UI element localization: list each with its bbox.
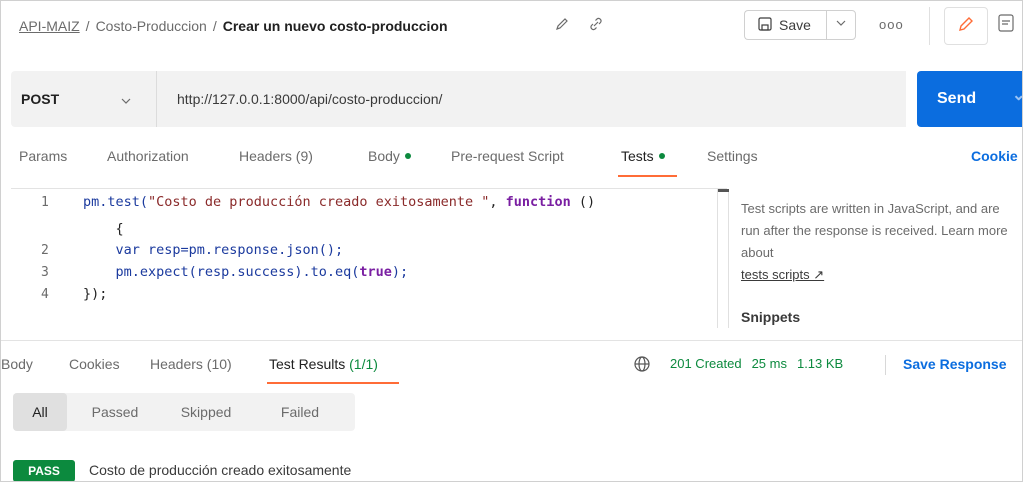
comment-icon xyxy=(997,14,1015,39)
scrollbar-thumb[interactable] xyxy=(718,189,729,192)
chevron-down-icon xyxy=(121,98,131,104)
response-tabs: Body Cookies Headers (10) Test Results (… xyxy=(1,340,1022,389)
method-label: POST xyxy=(21,91,60,107)
breadcrumb-separator: / xyxy=(85,18,90,34)
line-number: 1 xyxy=(41,195,49,210)
tests-help-panel: Test scripts are written in JavaScript, … xyxy=(741,198,1021,286)
send-dropdown-icon[interactable]: ⌄ xyxy=(1012,85,1022,105)
tab-response-headers[interactable]: Headers (10) xyxy=(150,356,232,372)
tab-response-cookies[interactable]: Cookies xyxy=(69,356,120,372)
breadcrumb-separator: / xyxy=(212,18,217,34)
divider xyxy=(929,7,930,45)
divider xyxy=(885,355,886,375)
tab-params[interactable]: Params xyxy=(19,148,67,164)
pass-badge: PASS xyxy=(13,460,75,481)
save-button[interactable]: Save xyxy=(744,10,826,40)
save-response-button[interactable]: Save Response xyxy=(903,356,1007,372)
request-url-row: POST http://127.0.0.1:8000/api/costo-pro… xyxy=(1,71,1022,127)
pencil-icon xyxy=(956,14,976,39)
breadcrumb: API-MAIZ / Costo-Produccion / Crear un nuevo… xyxy=(19,18,448,34)
tab-headers[interactable]: Headers (9) xyxy=(239,148,313,164)
tab-prerequest-script[interactable]: Pre-request Script xyxy=(451,148,564,164)
line-number: 2 xyxy=(41,243,49,258)
more-options-button[interactable]: ooo xyxy=(879,17,904,32)
save-label: Save xyxy=(779,17,811,33)
code-line: var resp=pm.response.json(); xyxy=(83,242,344,258)
save-dropdown-button[interactable] xyxy=(826,10,856,40)
code-line: { xyxy=(83,221,124,237)
response-status: 201 Created 25 ms 1.13 KB xyxy=(670,356,843,371)
send-button[interactable]: Send ⌄ xyxy=(917,71,1022,127)
modified-dot xyxy=(404,153,411,159)
editor-scrollbar[interactable] xyxy=(717,189,729,328)
code-line: pm.expect(resp.success).to.eq(true); xyxy=(83,264,409,280)
link-icon[interactable] xyxy=(588,16,604,37)
test-results-count: (1/1) xyxy=(349,356,378,372)
method-select[interactable]: POST xyxy=(11,71,156,127)
code-line: pm.test("Costo de producción creado exit… xyxy=(83,194,596,210)
modified-dot xyxy=(658,153,665,159)
active-tab-indicator xyxy=(618,175,677,177)
postman-window: API-MAIZ / Costo-Produccion / Crear un nuevo… xyxy=(0,0,1023,482)
send-label: Send xyxy=(937,90,977,107)
filter-all[interactable]: All xyxy=(13,393,67,431)
globe-icon[interactable] xyxy=(633,355,651,378)
tab-tests[interactable]: Tests xyxy=(621,148,665,164)
line-number: 4 xyxy=(41,287,49,302)
comments-button[interactable] xyxy=(997,13,1015,40)
status-code[interactable]: 201 Created xyxy=(670,356,742,371)
filter-failed[interactable]: Failed xyxy=(257,393,343,431)
response-size[interactable]: 1.13 KB xyxy=(797,356,843,371)
cookies-link[interactable]: Cookie xyxy=(971,148,1018,164)
code-line: }); xyxy=(83,286,108,302)
test-script-editor[interactable]: 1 pm.test("Costo de producción creado ex… xyxy=(11,188,729,328)
tab-body[interactable]: Body xyxy=(368,148,411,164)
snippets-heading: Snippets xyxy=(741,309,801,325)
top-bar: API-MAIZ / Costo-Produccion / Crear un nuevo… xyxy=(1,1,1022,57)
tests-scripts-link[interactable]: tests scripts ↗ xyxy=(741,267,824,282)
tab-response-body[interactable]: Body xyxy=(1,356,33,372)
test-result-name: Costo de producción creado exitosamente xyxy=(89,462,352,478)
tab-tests-label: Tests xyxy=(621,148,654,164)
url-input[interactable]: http://127.0.0.1:8000/api/costo-producci… xyxy=(156,71,906,127)
tab-test-results[interactable]: Test Results (1/1) xyxy=(269,356,378,372)
filter-skipped[interactable]: Skipped xyxy=(165,393,247,431)
edit-name-icon[interactable] xyxy=(554,16,570,37)
request-tabs: Params Authorization Headers (9) Body Pr… xyxy=(1,141,1022,185)
tab-body-label: Body xyxy=(368,148,400,164)
help-text: Test scripts are written in JavaScript, … xyxy=(741,201,1008,260)
edit-mode-button[interactable] xyxy=(944,7,988,45)
test-filter-group: All Passed Skipped Failed xyxy=(13,393,355,431)
active-tab-indicator xyxy=(267,382,399,384)
save-icon xyxy=(757,16,773,35)
breadcrumb-collection[interactable]: API-MAIZ xyxy=(19,18,80,34)
url-text: http://127.0.0.1:8000/api/costo-producci… xyxy=(177,91,443,107)
test-results-label: Test Results xyxy=(269,356,346,372)
tab-authorization[interactable]: Authorization xyxy=(107,148,189,164)
response-time[interactable]: 25 ms xyxy=(752,356,787,371)
chevron-down-icon xyxy=(835,16,847,34)
tab-settings[interactable]: Settings xyxy=(707,148,758,164)
breadcrumb-folder[interactable]: Costo-Produccion xyxy=(96,18,207,34)
request-title[interactable]: Crear un nuevo costo-produccion xyxy=(223,18,448,34)
filter-passed[interactable]: Passed xyxy=(77,393,153,431)
line-number: 3 xyxy=(41,265,49,280)
